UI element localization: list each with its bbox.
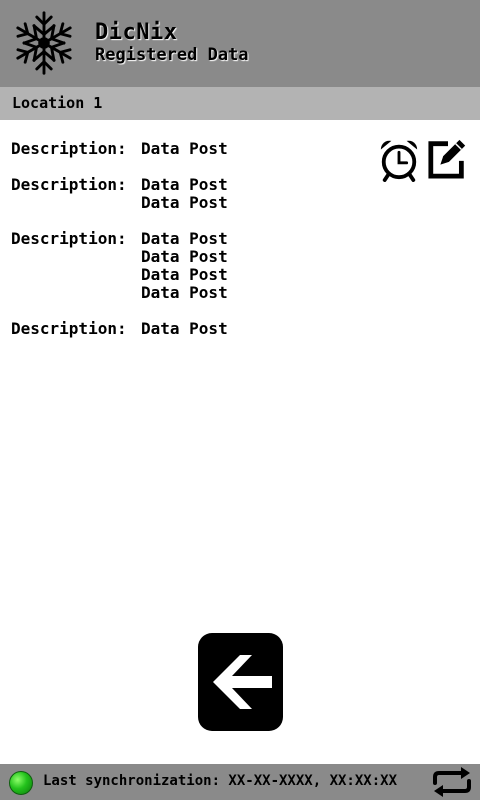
- list-item: Description: Data Post Data Post Data Po…: [11, 230, 228, 302]
- edit-icon[interactable]: [427, 136, 469, 180]
- last-sync-text: Last synchronization: XX-XX-XXXX, XX:XX:…: [43, 773, 398, 789]
- description-label: Description:: [11, 319, 127, 338]
- snowflake-icon: [11, 11, 77, 75]
- description-label: Description:: [11, 175, 127, 194]
- list-item: Description: Data Post: [11, 320, 228, 338]
- data-post: Data Post: [141, 265, 228, 284]
- sync-icon[interactable]: [430, 766, 474, 798]
- app-subtitle: Registered Data: [95, 45, 249, 65]
- data-post: Data Post: [141, 175, 228, 194]
- list-item: Description: Data Post: [11, 140, 228, 158]
- description-label: Description:: [11, 229, 127, 248]
- data-post: Data Post: [141, 229, 228, 248]
- data-post: Data Post: [141, 283, 228, 302]
- app-header: DicNix Registered Data: [0, 0, 480, 87]
- entry-list: Description: Data Post Description: Data…: [11, 140, 228, 356]
- arrow-left-icon: [212, 655, 272, 709]
- data-post: Data Post: [141, 319, 228, 338]
- app-title: DicNix: [95, 20, 178, 45]
- status-bar: Last synchronization: XX-XX-XXXX, XX:XX:…: [0, 764, 480, 800]
- description-label: Description:: [11, 139, 127, 158]
- data-post: Data Post: [141, 139, 228, 158]
- alarm-clock-icon[interactable]: [378, 138, 420, 182]
- data-post: Data Post: [141, 247, 228, 266]
- back-button[interactable]: [198, 633, 283, 731]
- location-label: Location 1: [12, 94, 103, 112]
- sync-status-indicator: [9, 771, 33, 795]
- location-bar: Location 1: [0, 87, 480, 120]
- data-post: Data Post: [141, 193, 228, 212]
- list-item: Description: Data Post Data Post: [11, 176, 228, 212]
